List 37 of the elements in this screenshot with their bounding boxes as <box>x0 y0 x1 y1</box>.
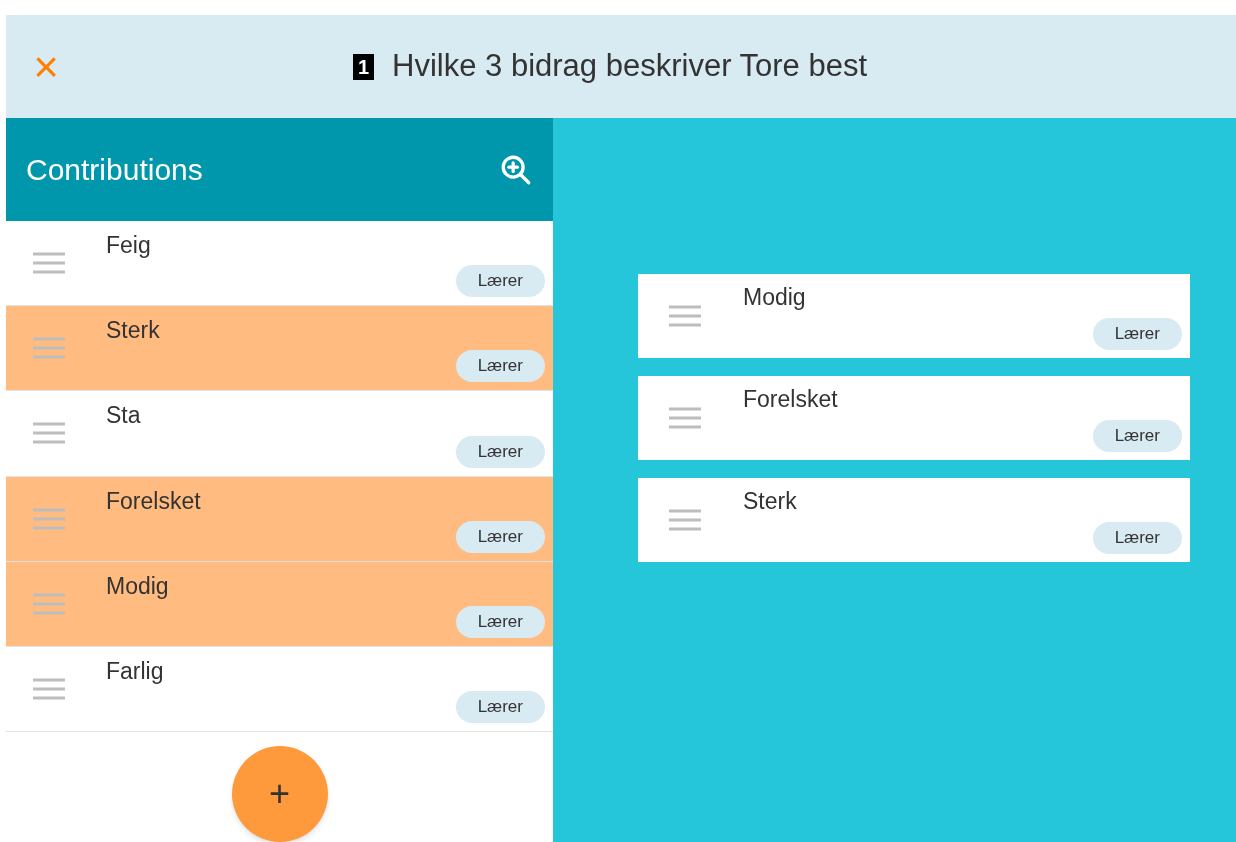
drag-handle-icon[interactable] <box>669 407 701 429</box>
drag-handle-icon[interactable] <box>669 305 701 327</box>
contribution-item[interactable]: Sterk Lærer <box>6 306 553 392</box>
drag-handle-icon[interactable] <box>33 252 65 275</box>
answer-card[interactable]: Modig Lærer <box>638 274 1190 358</box>
drag-handle-icon[interactable] <box>33 677 65 700</box>
contribution-item[interactable]: Forelsket Lærer <box>6 476 553 562</box>
tag: Lærer <box>455 350 545 383</box>
tag: Lærer <box>1092 318 1182 350</box>
contribution-text: Sta <box>106 401 142 430</box>
drag-handle-icon[interactable] <box>33 422 65 445</box>
drag-handle-icon[interactable] <box>669 509 701 531</box>
tag: Lærer <box>455 265 545 298</box>
question-number: 1 <box>352 53 375 80</box>
tag: Lærer <box>1092 420 1182 452</box>
answer-card[interactable]: Sterk Lærer <box>638 478 1190 562</box>
drag-handle-icon[interactable] <box>33 507 65 530</box>
contribution-text: Forelsket <box>106 486 202 515</box>
tag: Lærer <box>1092 522 1182 554</box>
contribution-item[interactable]: Modig Lærer <box>6 561 553 647</box>
tag: Lærer <box>455 691 545 724</box>
tag: Lærer <box>455 435 545 468</box>
drag-handle-icon[interactable] <box>33 337 65 360</box>
answer-text: Sterk <box>743 487 798 515</box>
answer-text: Forelsket <box>743 385 839 413</box>
question-title: Hvilke 3 bidrag beskriver Tore best <box>392 47 868 86</box>
answer-card[interactable]: Forelsket Lærer <box>638 376 1190 460</box>
drag-handle-icon[interactable] <box>33 592 65 615</box>
add-button[interactable]: + <box>231 746 328 842</box>
contribution-text: Sterk <box>106 316 161 345</box>
contribution-text: Farlig <box>106 656 165 685</box>
tag: Lærer <box>455 520 545 553</box>
panel-title: Contributions <box>26 152 203 188</box>
tag: Lærer <box>455 605 545 638</box>
contribution-text: Modig <box>106 571 170 600</box>
answer-text: Modig <box>743 283 807 311</box>
contribution-text: Feig <box>106 231 152 259</box>
